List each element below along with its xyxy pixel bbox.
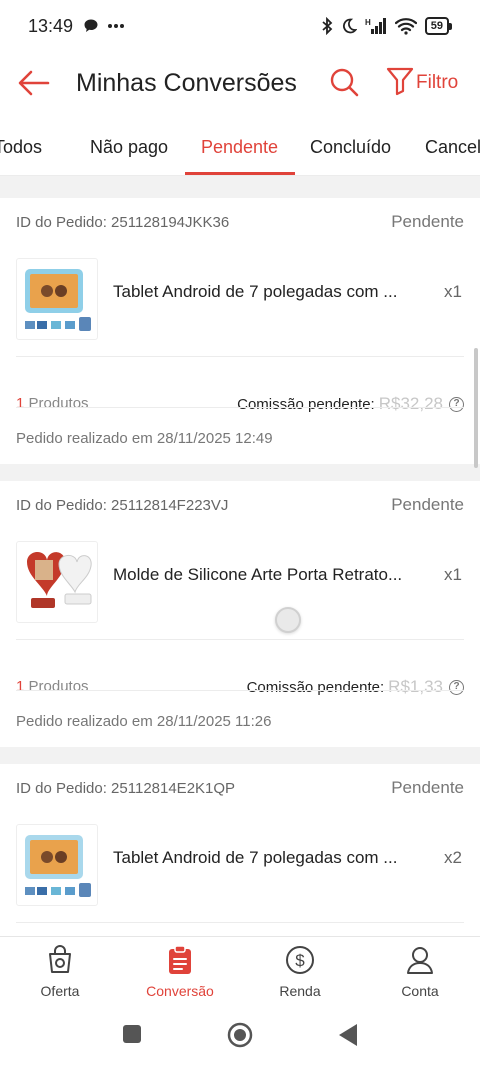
battery-icon: 59	[424, 17, 452, 35]
nav-conversao[interactable]: Conversão	[120, 937, 240, 1007]
conversion-icon	[169, 945, 191, 974]
order-id: ID do Pedido: 251128194JKK36	[16, 214, 230, 231]
more-notifications-icon	[108, 24, 125, 28]
product-name[interactable]: Molde de Silicone Arte Porta Retrato...	[113, 565, 428, 585]
tablet-product-image	[25, 269, 91, 331]
nav-label: Conversão	[146, 983, 214, 999]
back-arrow-icon	[18, 70, 50, 96]
svg-text:$: $	[295, 951, 305, 970]
svg-text:H: H	[365, 18, 371, 27]
status-tabs: Todos Não pago Pendente Concluído Cancel	[0, 120, 480, 176]
products-count: 1	[16, 395, 25, 412]
tab-concluido[interactable]: Concluído	[310, 120, 391, 175]
info-icon[interactable]: ?	[449, 396, 464, 412]
app-header: Minhas Conversões Filtro	[0, 52, 480, 114]
page-title: Minhas Conversões	[76, 68, 297, 97]
product-quantity: x1	[444, 282, 462, 301]
order-card[interactable]: ID do Pedido: 251128194JKK36 Pendente Ta…	[0, 198, 480, 464]
products-count: 1	[16, 678, 25, 695]
active-tab-indicator	[185, 172, 295, 175]
signal-icon: H	[365, 18, 386, 34]
commission: Comissão pendente: R$1,33 ?	[247, 677, 464, 697]
order-date: Pedido realizado em 28/11/2025 12:49	[16, 430, 273, 447]
nav-oferta[interactable]: Oferta	[0, 937, 120, 1007]
products-label: Produtos	[28, 678, 89, 695]
chat-notification-icon	[84, 19, 98, 32]
order-card[interactable]: ID do Pedido: 25112814F223VJ Pendente Mo…	[0, 481, 480, 747]
bottom-navigation: Oferta Conversão $ Renda Conta	[0, 936, 480, 1006]
nav-label: Conta	[401, 983, 439, 999]
nav-label: Oferta	[40, 983, 80, 999]
income-icon: $	[286, 946, 314, 974]
order-status: Pendente	[391, 495, 464, 514]
back-button[interactable]	[14, 63, 54, 103]
battery-level: 59	[424, 17, 449, 35]
nav-conta[interactable]: Conta	[360, 937, 480, 1007]
products-label: Produtos	[28, 395, 89, 412]
product-image-tablet[interactable]	[16, 824, 98, 906]
search-icon	[330, 68, 359, 97]
order-id: ID do Pedido: 25112814E2K1QP	[16, 780, 236, 797]
status-time: 13:49	[28, 15, 74, 36]
product-name[interactable]: Tablet Android de 7 polegadas com ...	[113, 282, 428, 302]
do-not-disturb-moon-icon	[342, 18, 357, 34]
system-navigation-bar	[0, 1006, 480, 1066]
search-button[interactable]	[328, 66, 362, 100]
product-image-tablet[interactable]	[16, 258, 98, 340]
scrollbar[interactable]	[474, 348, 478, 468]
product-name[interactable]: Tablet Android de 7 polegadas com ...	[113, 848, 428, 868]
product-quantity: x1	[444, 565, 462, 584]
status-bar: 13:49 H 59	[0, 0, 480, 52]
nav-renda[interactable]: $ Renda	[240, 937, 360, 1007]
tablet-product-image	[25, 835, 91, 897]
commission-value: R$1,33	[388, 677, 443, 696]
silicone-mold-product-image	[27, 551, 92, 608]
filter-button[interactable]: Filtro	[386, 66, 458, 96]
commission-label: Comissão pendente:	[237, 395, 375, 413]
order-status: Pendente	[391, 212, 464, 231]
product-image-mold[interactable]	[16, 541, 98, 623]
account-icon	[407, 947, 433, 974]
filter-label: Filtro	[416, 72, 459, 93]
info-icon[interactable]: ?	[449, 679, 464, 695]
commission: Comissão pendente: R$32,28 ?	[237, 394, 464, 414]
offer-icon	[49, 945, 71, 973]
filter-funnel-icon	[386, 67, 414, 96]
home-icon[interactable]	[227, 1022, 253, 1048]
loading-indicator	[275, 607, 301, 633]
recent-apps-icon[interactable]	[122, 1024, 142, 1044]
orders-list[interactable]: ID do Pedido: 251128194JKK36 Pendente Ta…	[0, 176, 480, 936]
commission-value: R$32,28	[378, 394, 443, 413]
tab-nao-pago[interactable]: Não pago	[90, 120, 168, 175]
product-quantity: x2	[444, 848, 462, 867]
nav-label: Renda	[279, 983, 321, 999]
tab-pendente[interactable]: Pendente	[201, 120, 278, 175]
order-card[interactable]: ID do Pedido: 25112814E2K1QP Pendente Ta…	[0, 764, 480, 936]
order-id: ID do Pedido: 25112814F223VJ	[16, 497, 229, 514]
back-triangle-icon[interactable]	[338, 1023, 358, 1047]
order-date: Pedido realizado em 28/11/2025 11:26	[16, 713, 272, 730]
order-status: Pendente	[391, 778, 464, 797]
tab-cancelado[interactable]: Cancel	[425, 120, 480, 175]
wifi-icon	[394, 18, 417, 35]
bluetooth-icon	[322, 17, 333, 35]
commission-label: Comissão pendente:	[246, 678, 385, 696]
tab-todos[interactable]: Todos	[0, 120, 42, 175]
